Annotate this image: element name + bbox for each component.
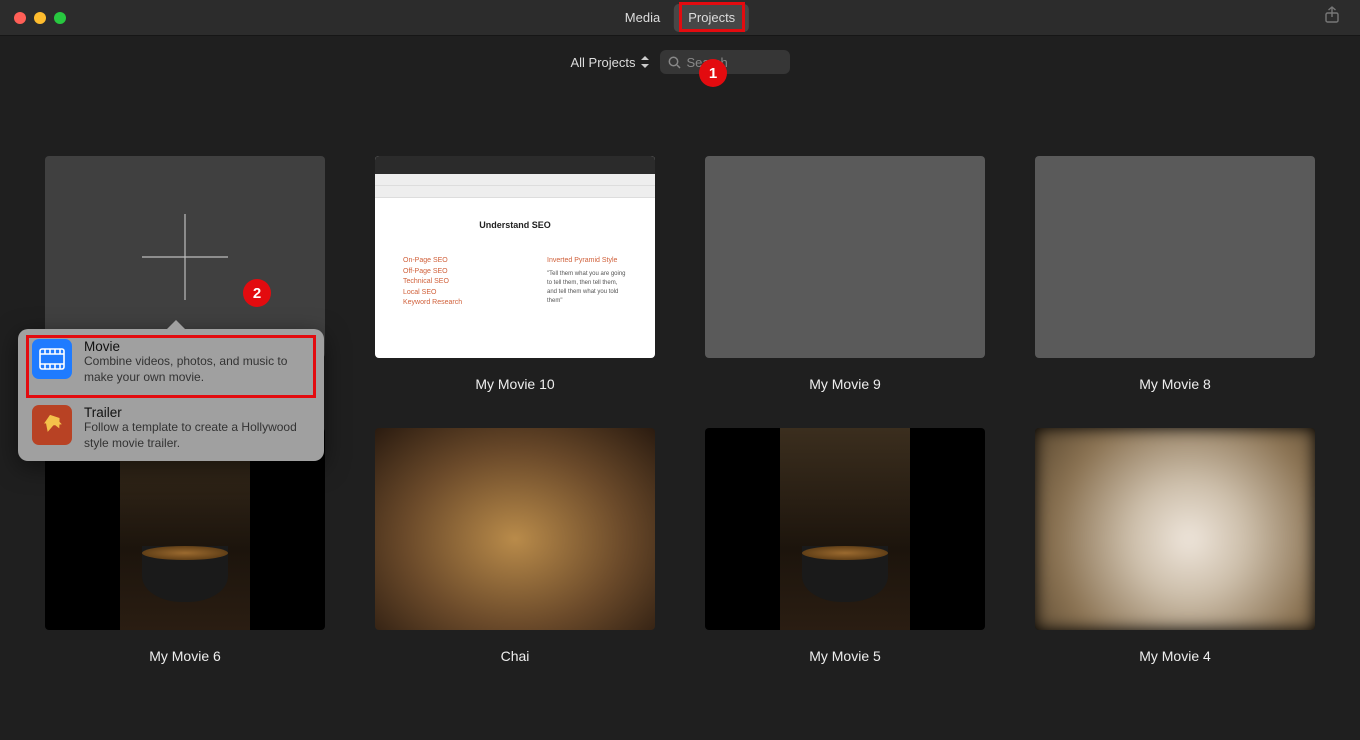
project-thumbnail[interactable] <box>375 428 655 630</box>
project-title[interactable]: My Movie 8 <box>1035 358 1315 392</box>
project-title[interactable]: My Movie 10 <box>375 358 655 392</box>
project-thumbnail[interactable] <box>705 156 985 358</box>
share-icon[interactable] <box>1324 6 1340 29</box>
popover-item-trailer[interactable]: Trailer Follow a template to create a Ho… <box>18 395 324 461</box>
popover-item-title: Trailer <box>84 405 310 420</box>
close-window-button[interactable] <box>14 12 26 24</box>
view-tabs: Media Projects <box>611 4 749 32</box>
project-cell: My Movie 9 <box>705 156 985 396</box>
fullscreen-window-button[interactable] <box>54 12 66 24</box>
thumbnail-content: Understand SEO On-Page SEOOff-Page SEO T… <box>375 156 655 358</box>
plus-icon <box>142 214 228 300</box>
project-thumbnail[interactable] <box>705 428 985 630</box>
search-icon <box>668 56 681 69</box>
project-title[interactable]: My Movie 4 <box>1035 630 1315 664</box>
annotation-circle-1: 1 <box>699 59 727 87</box>
project-title[interactable]: Chai <box>375 630 655 664</box>
project-cell: Chai <box>375 428 655 664</box>
movie-icon <box>32 339 72 379</box>
project-title[interactable]: My Movie 6 <box>45 630 325 664</box>
tab-projects[interactable]: Projects <box>674 4 749 32</box>
projects-filter-label: All Projects <box>570 55 635 70</box>
projects-toolbar: All Projects Search <box>0 36 1360 88</box>
project-thumbnail[interactable]: Understand SEO On-Page SEOOff-Page SEO T… <box>375 156 655 358</box>
popover-item-text: Trailer Follow a template to create a Ho… <box>84 405 310 451</box>
project-cell: My Movie 6 <box>45 428 325 664</box>
window-controls <box>0 12 66 24</box>
popover-item-text: Movie Combine videos, photos, and music … <box>84 339 310 385</box>
create-new-popover: Movie Combine videos, photos, and music … <box>18 329 324 461</box>
minimize-window-button[interactable] <box>34 12 46 24</box>
trailer-icon <box>32 405 72 445</box>
tab-projects-label: Projects <box>688 10 735 25</box>
tab-media-label: Media <box>625 10 660 25</box>
project-thumbnail[interactable] <box>1035 428 1315 630</box>
annotation-circle-2: 2 <box>243 279 271 307</box>
project-thumbnail[interactable] <box>1035 156 1315 358</box>
window-titlebar: Media Projects <box>0 0 1360 36</box>
project-cell: My Movie 4 <box>1035 428 1315 664</box>
popover-item-desc: Combine videos, photos, and music to mak… <box>84 354 310 385</box>
project-cell: My Movie 5 <box>705 428 985 664</box>
chevron-updown-icon <box>640 56 650 68</box>
projects-filter-dropdown[interactable]: All Projects <box>570 55 649 70</box>
popover-item-title: Movie <box>84 339 310 354</box>
project-title[interactable]: My Movie 5 <box>705 630 985 664</box>
project-title[interactable]: My Movie 9 <box>705 358 985 392</box>
tab-media[interactable]: Media <box>611 4 674 32</box>
popover-item-movie[interactable]: Movie Combine videos, photos, and music … <box>18 329 324 395</box>
popover-item-desc: Follow a template to create a Hollywood … <box>84 420 310 451</box>
project-cell: My Movie 8 <box>1035 156 1315 396</box>
project-cell: Understand SEO On-Page SEOOff-Page SEO T… <box>375 156 655 396</box>
